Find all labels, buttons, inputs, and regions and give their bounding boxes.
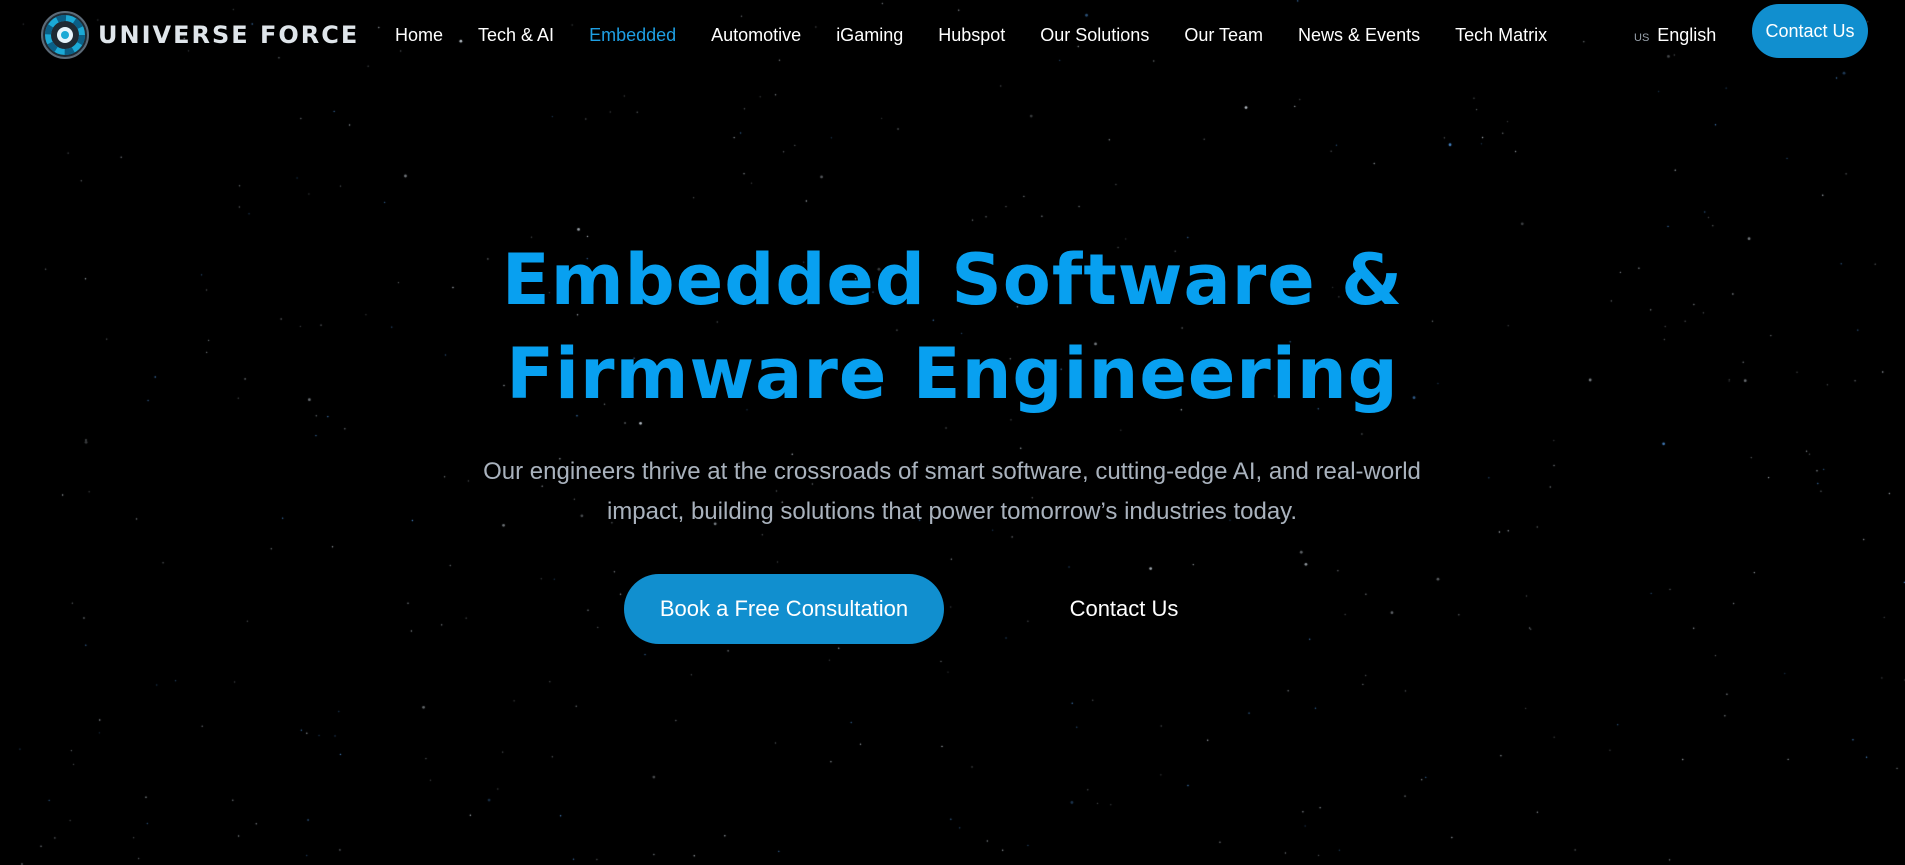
hero-title-line-2: Firmware Engineering — [506, 333, 1399, 415]
hero-title-line-1: Embedded Software & — [501, 239, 1404, 321]
hero-contact-button[interactable]: Contact Us — [1040, 574, 1208, 644]
book-consultation-button[interactable]: Book a Free Consultation — [624, 574, 944, 644]
hero-description: Our engineers thrive at the crossroads o… — [483, 458, 1421, 525]
hero-section: Embedded Software & Firmware Engineering… — [0, 0, 1905, 865]
hero-title: Embedded Software & Firmware Engineering — [0, 233, 1905, 421]
